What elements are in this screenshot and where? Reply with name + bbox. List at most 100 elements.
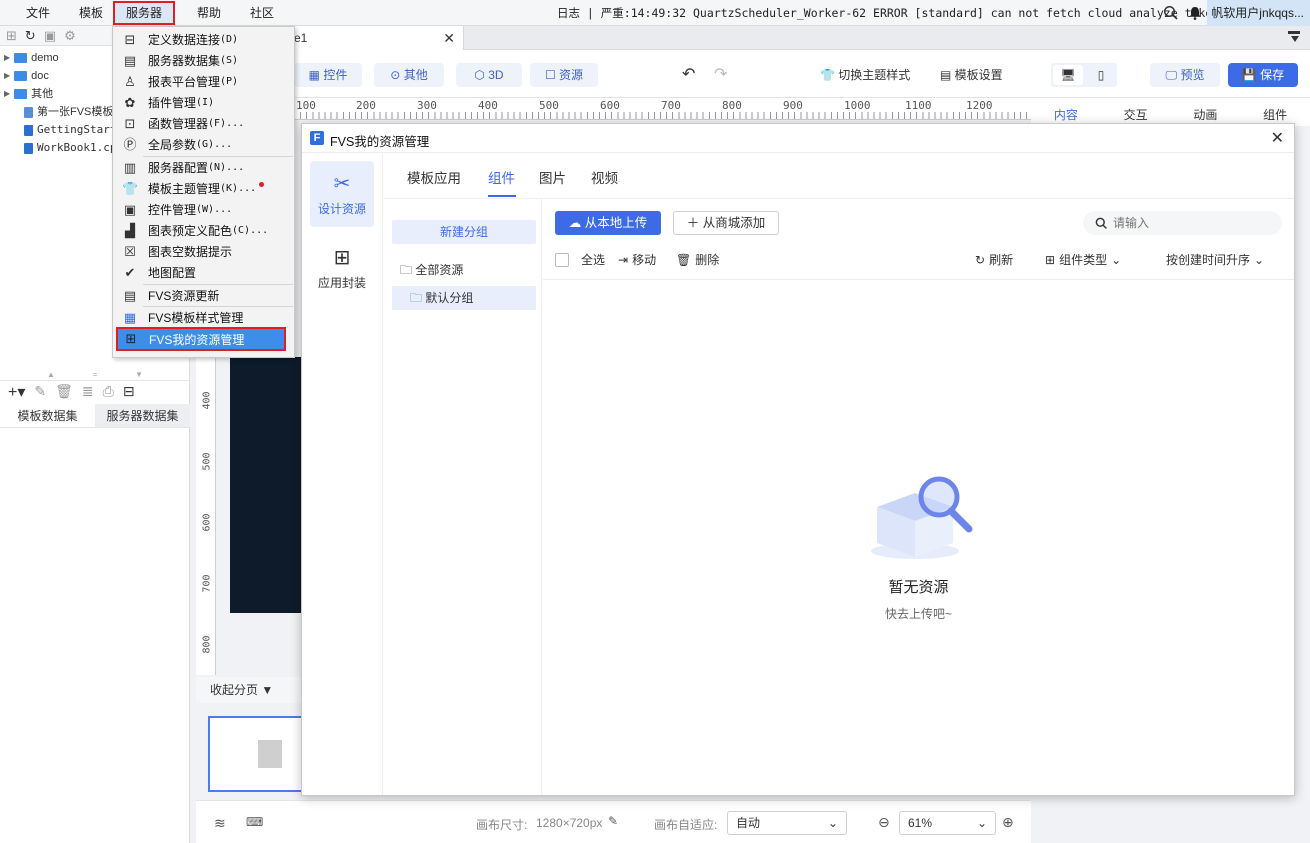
redo-icon[interactable]: ↷ [714, 63, 727, 87]
tab-images[interactable]: 图片 [539, 167, 566, 187]
user-account[interactable]: 帆软用户jnkqqs... [1207, 0, 1310, 26]
document-tab[interactable]: e1 ✕ [292, 26, 464, 50]
tree-item[interactable]: WorkBook1.cp [24, 139, 116, 157]
tab-template-dataset[interactable]: 模板数据集 [0, 404, 95, 427]
add-from-store-button[interactable]: ＋ 从商城添加 [673, 211, 779, 235]
page-thumbnail[interactable] [208, 716, 304, 792]
other-button[interactable]: ⊙ 其他 [374, 63, 444, 87]
menu-item-fvs-resource-update[interactable]: ▤ FVS资源更新 [115, 285, 292, 306]
zoom-out-icon[interactable]: ⊖ [878, 814, 890, 831]
delete-button[interactable]: 🗑 删除 [676, 251, 719, 268]
menu-item-server-dataset[interactable]: ▤ 服务器数据集 (S) [115, 50, 292, 71]
tab-template-apps[interactable]: 模板应用 [407, 167, 461, 187]
tree-item[interactable]: ▶ doc [4, 67, 49, 85]
menu-item-define-data-connection[interactable]: ⊟ 定义数据连接 (D) [115, 29, 292, 50]
sidebar-item-app-package[interactable]: ⊞ 应用封装 [310, 237, 374, 303]
tree-item[interactable]: ▶ demo [4, 49, 59, 67]
edit-icon[interactable]: ✎ [34, 383, 46, 400]
menu-item-chart-empty-hint[interactable]: ☒ 图表空数据提示 [115, 241, 292, 262]
menu-item-function-manager[interactable]: ⊡ 函数管理器 (F)... [115, 113, 292, 134]
tab-videos[interactable]: 视频 [591, 167, 618, 187]
status-log[interactable]: 日志 | 严重:14:49:32 QuartzScheduler_Worker-… [557, 3, 1226, 23]
search-input[interactable] [1113, 214, 1263, 232]
move-button[interactable]: ⇥ 移动 [618, 251, 656, 268]
menu-help[interactable]: 帮助 [188, 3, 230, 23]
close-icon[interactable]: ✕ [1271, 128, 1284, 148]
tab-content[interactable]: 内容 [1031, 98, 1101, 126]
menu-item-server-config[interactable]: ▥ 服务器配置 (N)... [115, 157, 292, 178]
zoom-select[interactable]: 61% ⌄ [899, 811, 996, 835]
save-button[interactable]: 💾 保存 [1228, 63, 1298, 87]
template-settings-button[interactable]: ▤ 模板设置 [940, 63, 1003, 87]
tab-component[interactable]: 组件 [1240, 98, 1310, 126]
menu-item-fvs-style-management[interactable]: ▦ FVS模板样式管理 [115, 307, 292, 328]
collapse-pages-button[interactable]: 收起分页 ▼ [196, 677, 306, 703]
expand-icon[interactable]: ▶ [4, 85, 10, 103]
sidebar-item-design-resources[interactable]: ✂ 设计资源 [310, 161, 374, 227]
menu-item-platform-management[interactable]: ♙ 报表平台管理 (P) [115, 71, 292, 92]
3d-button[interactable]: ⬡ 3D [456, 63, 522, 87]
bell-icon[interactable] [1189, 6, 1201, 20]
tree-item[interactable]: ▶ 其他 [4, 85, 53, 103]
delete-icon[interactable]: 🗑 [55, 383, 73, 400]
design-canvas[interactable] [230, 357, 302, 613]
switch-theme-button[interactable]: 👕 切换主题样式 [820, 63, 910, 87]
preview-button[interactable]: 🖵 预览 [1150, 63, 1220, 87]
expand-icon[interactable]: ▶ [4, 49, 10, 67]
sort-select[interactable]: 按创建时间升序 ⌄ [1166, 251, 1264, 268]
database-icon[interactable]: ≣ [82, 383, 94, 400]
tab-menu-icon[interactable] [1288, 31, 1300, 43]
close-tab-icon[interactable]: ✕ [443, 26, 455, 50]
param-icon[interactable]: ⊟ [123, 383, 135, 400]
control-button[interactable]: ▦ 控件 [294, 63, 362, 87]
new-group-button[interactable]: 新建分组 [392, 220, 536, 244]
keyboard-icon[interactable]: ⌨ [246, 815, 263, 829]
preview-icon[interactable]: ⎙ [103, 383, 114, 400]
menu-server[interactable]: 服务器 [113, 1, 175, 25]
undo-icon[interactable]: ↶ [682, 63, 695, 87]
desktop-icon[interactable]: 🖥 [1053, 65, 1083, 85]
menu-file[interactable]: 文件 [18, 3, 58, 23]
menu-template[interactable]: 模板 [70, 3, 112, 23]
refresh-icon[interactable]: ↻ [25, 28, 36, 44]
edit-size-icon[interactable]: ✎ [608, 814, 618, 828]
tablet-icon[interactable]: ▯ [1087, 65, 1115, 85]
widget-icon: ▣ [123, 201, 137, 217]
refresh-button[interactable]: ↻ 刷新 [975, 251, 1013, 268]
menu-community[interactable]: 社区 [242, 3, 282, 23]
data-connection-icon: ⊟ [124, 31, 136, 47]
tab-server-dataset[interactable]: 服务器数据集 [95, 404, 190, 427]
group-default[interactable]: 🗀 默认分组 [392, 286, 536, 310]
search-icon[interactable] [1163, 5, 1179, 21]
group-all-resources[interactable]: 🗀 全部资源 [400, 261, 463, 282]
select-all-checkbox[interactable]: 全选 [555, 251, 605, 268]
adapt-select[interactable]: 自动 ⌄ [727, 811, 847, 835]
upload-local-button[interactable]: ☁ 从本地上传 [555, 211, 661, 235]
menu-item-global-parameters[interactable]: Ⓟ 全局参数 (G)... [115, 134, 292, 155]
menu-item-theme-management[interactable]: 👕 模板主题管理 (K)... [115, 178, 292, 199]
menu-item-fvs-my-resources[interactable]: ⊞ FVS我的资源管理 [116, 327, 286, 351]
menu-item-plugin-management[interactable]: ✿ 插件管理 (I) [115, 92, 292, 113]
settings-icon[interactable]: ⚙ [64, 28, 76, 44]
expand-icon[interactable]: ▶ [4, 67, 10, 85]
canvas-size-value: 1280×720px [536, 816, 603, 830]
tab-interaction[interactable]: 交互 [1101, 98, 1171, 126]
resource-button[interactable]: ☐ 资源 [530, 63, 598, 87]
splitter[interactable]: ▲ = ▼ [0, 370, 190, 380]
tree-item[interactable]: GettingStart [24, 121, 116, 139]
menu-item-map-config[interactable]: ✔ 地图配置 [115, 262, 292, 283]
search-box[interactable] [1083, 211, 1282, 235]
chevron-down-icon: ⌄ [976, 816, 987, 830]
component-type-filter[interactable]: ⊞ 组件类型 ⌄ [1045, 251, 1121, 268]
menu-item-chart-palette[interactable]: ▟ 图表预定义配色 (C)... [115, 220, 292, 241]
tab-components[interactable]: 组件 [488, 167, 515, 187]
zoom-in-icon[interactable]: ⊕ [1002, 814, 1014, 831]
layers-icon[interactable]: ≋ [214, 815, 226, 832]
menu-item-widget-management[interactable]: ▣ 控件管理 (W)... [115, 199, 292, 220]
add-dataset-icon[interactable]: +▾ [8, 382, 25, 402]
tree-item[interactable]: 第一张FVS模板 [24, 103, 113, 121]
tab-animation[interactable]: 动画 [1171, 98, 1241, 126]
new-folder-icon[interactable]: ⊞ [6, 28, 17, 44]
design-resources-icon: ✂ [333, 173, 351, 195]
locate-icon[interactable]: ▣ [44, 28, 56, 44]
